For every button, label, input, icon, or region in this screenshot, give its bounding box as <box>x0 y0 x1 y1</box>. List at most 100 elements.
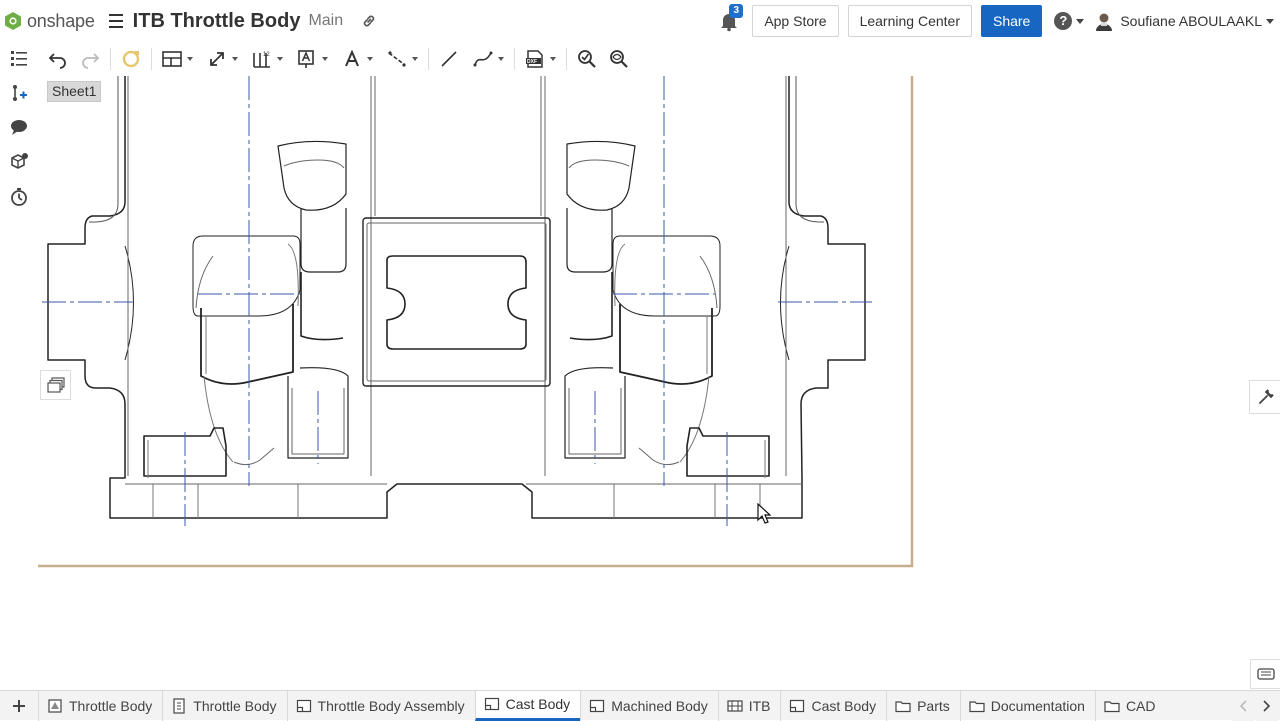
tab-parts[interactable]: Parts <box>886 690 960 721</box>
spline-button[interactable] <box>473 45 504 73</box>
wrench-icon <box>1258 389 1274 404</box>
app-store-button[interactable]: App Store <box>752 5 839 37</box>
chevron-down-icon <box>498 57 504 61</box>
app-name: onshape <box>27 10 95 31</box>
tab-throttle-body[interactable]: Throttle Body <box>38 690 162 721</box>
measure-icon <box>578 50 596 68</box>
help-menu[interactable]: ? <box>1054 12 1085 30</box>
insert-part-icon[interactable] <box>9 152 29 172</box>
chevron-down-icon <box>322 57 328 61</box>
tree-add-icon[interactable] <box>9 83 29 103</box>
user-name: Soufiane ABOULAAKL <box>1120 13 1262 29</box>
learning-center-button[interactable]: Learning Center <box>847 5 972 37</box>
drawing-icon <box>296 699 311 712</box>
chevron-down-icon <box>550 57 556 61</box>
chevron-down-icon <box>232 57 238 61</box>
sheet-tab[interactable]: Sheet1 <box>47 81 102 102</box>
tab-label: Documentation <box>990 697 1085 714</box>
toolbar-separator <box>110 48 111 70</box>
tab-throttle-body[interactable]: Throttle Body <box>162 690 286 721</box>
tab-label: Throttle Body <box>69 697 153 714</box>
centerline-icon <box>388 51 406 67</box>
tab-cast-body[interactable]: Cast Body <box>474 690 581 721</box>
svg-text:DXF: DXF <box>527 59 537 65</box>
toolbar-separator <box>514 48 515 70</box>
hole-table-button[interactable]: 12 <box>252 45 283 73</box>
notifications-bell-icon[interactable]: 3 <box>718 4 744 32</box>
tab-label: Parts <box>917 697 950 714</box>
link-icon[interactable] <box>361 13 377 29</box>
note-icon <box>298 50 314 68</box>
scroll-tabs-right-button[interactable] <box>1256 691 1278 721</box>
tab-cad[interactable]: CAD <box>1094 690 1166 721</box>
text-button[interactable] <box>342 45 373 73</box>
properties-panel-button[interactable] <box>1249 380 1280 414</box>
view-icon <box>162 51 182 67</box>
document-title[interactable]: ITB Throttle Body <box>133 10 301 33</box>
onshape-logo[interactable]: onshape <box>4 0 95 42</box>
mouse-cursor-icon <box>757 503 771 524</box>
spline-icon <box>473 51 493 67</box>
drawing-canvas[interactable]: Sheet1 <box>38 76 1280 690</box>
chevron-left-icon <box>1239 700 1247 712</box>
tab-itb[interactable]: ITB <box>717 690 781 721</box>
insert-view-button[interactable] <box>162 45 193 73</box>
tab-bar: Throttle Body Throttle Body Throttle Body … <box>0 690 1280 721</box>
sheets-icon <box>46 377 65 393</box>
update-button[interactable] <box>121 45 141 73</box>
history-stopwatch-icon[interactable] <box>9 187 29 207</box>
tab-throttle-body-assembly[interactable]: Throttle Body Assembly <box>286 690 475 721</box>
toolbar-separator <box>151 48 152 70</box>
sheets-panel-button[interactable] <box>40 370 71 400</box>
part-studio-icon <box>48 698 62 713</box>
zoom-button[interactable] <box>609 45 629 73</box>
top-bar: onshape ITB Throttle Body Main 3 App Sto… <box>0 0 1280 42</box>
feature-list-icon[interactable] <box>9 48 29 68</box>
scroll-tabs-left-button[interactable] <box>1232 691 1254 721</box>
tab-label: Cast Body <box>811 697 877 714</box>
tab-label: Machined Body <box>611 697 708 714</box>
tab-machined-body[interactable]: Machined Body <box>580 690 718 721</box>
chevron-down-icon <box>412 57 418 61</box>
add-tab-button[interactable] <box>0 691 38 721</box>
plus-icon <box>13 699 25 712</box>
share-button[interactable]: Share <box>980 5 1043 37</box>
tab-documentation[interactable]: Documentation <box>959 690 1095 721</box>
measure-button[interactable] <box>577 45 597 73</box>
drawing-toolbar: 12 DXF <box>38 42 1280 76</box>
dimension-button[interactable] <box>207 45 238 73</box>
chevron-down-icon <box>367 57 373 61</box>
centerline-button[interactable] <box>387 45 418 73</box>
tab-label: CAD <box>1125 697 1156 714</box>
tab-cast-body[interactable]: Cast Body <box>780 690 886 721</box>
branch-name[interactable]: Main <box>308 12 343 30</box>
redo-button[interactable] <box>80 45 100 73</box>
view-cube-toggle-button[interactable] <box>1250 659 1280 689</box>
help-icon: ? <box>1054 12 1073 30</box>
menu-icon[interactable] <box>108 14 123 28</box>
note-button[interactable] <box>297 45 328 73</box>
redo-icon <box>82 53 100 69</box>
comments-icon[interactable] <box>9 117 29 137</box>
chevron-right-icon <box>1263 700 1271 712</box>
drawing-icon <box>590 699 605 712</box>
chevron-down-icon <box>1266 18 1274 24</box>
chevron-down-icon <box>1076 18 1085 24</box>
drawing-icon <box>484 697 499 711</box>
undo-button[interactable] <box>48 45 68 73</box>
variable-studio-icon <box>173 697 185 714</box>
left-side-panel <box>0 42 38 713</box>
svg-text:12: 12 <box>263 52 270 58</box>
folder-icon <box>1104 700 1120 712</box>
avatar <box>1096 13 1113 31</box>
text-icon <box>345 49 359 67</box>
line-button[interactable] <box>439 45 459 73</box>
dimension-icon <box>210 52 224 66</box>
zoom-icon <box>610 50 628 68</box>
tab-label: Throttle Body <box>193 697 277 714</box>
user-menu[interactable]: Soufiane ABOULAAKL <box>1094 11 1274 31</box>
undo-icon <box>48 53 66 69</box>
tab-label: Throttle Body Assembly <box>317 697 465 714</box>
keyboard-icon <box>1256 668 1275 680</box>
export-dxf-button[interactable]: DXF <box>525 45 556 73</box>
